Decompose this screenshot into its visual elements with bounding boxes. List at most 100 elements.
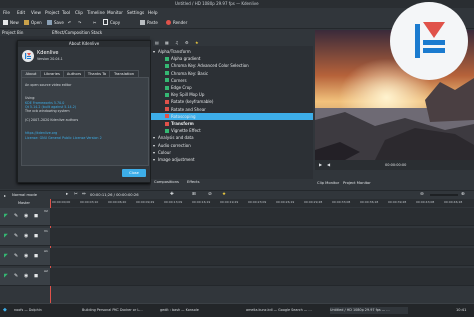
- timeline-ruler[interactable]: 00:00:00;00 00:00:03;10 00:00:06;20 00:0…: [50, 199, 474, 207]
- tab-project-bin[interactable]: Project Bin: [0, 29, 50, 36]
- tab-clip-monitor[interactable]: Clip Monitor: [317, 181, 339, 185]
- track-lane[interactable]: [50, 268, 474, 286]
- custom-icon[interactable]: ⚙: [185, 40, 189, 45]
- effect-row[interactable]: Chroma Key: Basic: [151, 70, 313, 77]
- task-search[interactable]: amelia.kunz.kdl — Google Search — …: [246, 307, 328, 314]
- effect-row[interactable]: Alpha gradient: [151, 55, 313, 62]
- track-lock-icon[interactable]: ◼: [34, 273, 38, 279]
- app-launcher-icon[interactable]: ◆: [3, 307, 7, 313]
- chevron-down-icon[interactable]: ▾: [153, 149, 155, 156]
- track-add-icon[interactable]: ✚: [170, 192, 174, 197]
- effect-row[interactable]: Rotate and Shear: [151, 106, 313, 113]
- license-link[interactable]: License: GNU General Public License Vers…: [25, 136, 102, 140]
- spacer-tool-icon[interactable]: ⇔: [82, 192, 86, 197]
- track-header[interactable]: ◤ ✎ ◉ ◼ A1: [0, 248, 50, 266]
- track-lock-icon[interactable]: ◼: [34, 213, 38, 219]
- track-visibility-icon[interactable]: ◉: [24, 273, 28, 279]
- effect-row[interactable]: ▾ Audio correction: [151, 142, 313, 149]
- effect-row[interactable]: ▾ Alpha/Transform: [151, 48, 313, 55]
- track-lane[interactable]: [50, 228, 474, 246]
- favorite-icon[interactable]: ★: [195, 40, 199, 45]
- track-header[interactable]: ◤ ✎ ◉ ◼ V1: [0, 228, 50, 246]
- zoom-in-icon[interactable]: ⊕: [461, 192, 465, 197]
- render-button[interactable]: Render: [166, 18, 187, 26]
- effect-row[interactable]: Key Spill Mop Up: [151, 91, 313, 98]
- track-visibility-icon[interactable]: ◉: [24, 213, 28, 219]
- task-kdenlive[interactable]: Untitled / HD 1080p 29.97 fps — …: [330, 307, 408, 314]
- track-visibility-icon[interactable]: ◉: [24, 253, 28, 259]
- track-edit-icon[interactable]: ✎: [14, 253, 18, 259]
- effect-row[interactable]: ▾ Analysis and data: [151, 134, 313, 141]
- track-edit-icon[interactable]: ✎: [14, 213, 18, 219]
- track-collapse-icon[interactable]: ◤: [4, 273, 8, 279]
- effect-row[interactable]: Corners: [151, 77, 313, 84]
- menu-project[interactable]: Project: [45, 10, 59, 15]
- chevron-down-icon[interactable]: ▾: [153, 134, 155, 141]
- track-collapse-icon[interactable]: ◤: [4, 233, 8, 239]
- audio-filter-icon[interactable]: ♫: [175, 40, 179, 45]
- effect-row[interactable]: Transform: [151, 120, 313, 127]
- zone-icon[interactable]: ⊞: [192, 192, 196, 197]
- effect-row[interactable]: Edge Crop: [151, 84, 313, 91]
- select-tool-icon[interactable]: ▸: [66, 192, 68, 197]
- menu-settings[interactable]: Settings: [127, 10, 144, 15]
- menu-edit[interactable]: Edit: [17, 10, 25, 15]
- task-dolphin[interactable]: noofs — Dolphin: [14, 307, 80, 314]
- menu-clip[interactable]: Clip: [75, 10, 83, 15]
- star-icon[interactable]: ★: [222, 192, 226, 197]
- paste-button[interactable]: Paste: [140, 18, 158, 26]
- zoom-out-icon[interactable]: ⊖: [420, 192, 424, 197]
- effect-row[interactable]: ▾ Colour: [151, 149, 313, 156]
- zoom-slider[interactable]: [430, 194, 458, 196]
- track-collapse-icon[interactable]: ◤: [4, 253, 8, 259]
- track-edit-icon[interactable]: ✎: [14, 233, 18, 239]
- menu-timeline[interactable]: Timeline: [87, 10, 105, 15]
- track-lock-icon[interactable]: ◼: [34, 253, 38, 259]
- copy-button[interactable]: Copy: [103, 18, 120, 26]
- track-lock-icon[interactable]: ◼: [34, 233, 38, 239]
- effect-row[interactable]: Chroma Key: Advanced Color Selection: [151, 62, 313, 69]
- tab-effects[interactable]: Effects: [187, 180, 200, 184]
- chevron-down-icon[interactable]: ▾: [153, 156, 155, 163]
- redo-button[interactable]: ↷: [78, 18, 81, 26]
- effect-row[interactable]: Vignette Effect: [151, 127, 313, 134]
- chevron-down-icon[interactable]: ▾: [153, 48, 155, 55]
- previous-frame-icon[interactable]: ◀: [327, 162, 330, 167]
- track-edit-icon[interactable]: ✎: [14, 273, 18, 279]
- tab-effect-stack[interactable]: Effect/Composition Stack: [50, 29, 152, 36]
- track-header[interactable]: ◤ ✎ ◉ ◼ V2: [0, 208, 50, 226]
- monitor-timecode[interactable]: 00:00:00:00: [385, 163, 406, 167]
- save-button[interactable]: Save: [47, 18, 64, 26]
- open-button[interactable]: Open: [24, 18, 42, 26]
- homepage-link[interactable]: https://kdenlive.org: [25, 131, 57, 135]
- menu-monitor[interactable]: Monitor: [107, 10, 123, 15]
- track-header[interactable]: ◤ ✎ ◉ ◼ A2: [0, 268, 50, 286]
- effect-row[interactable]: Rotoscoping: [151, 112, 313, 120]
- effect-row[interactable]: Rotate (keyframable): [151, 98, 313, 105]
- tab-project-monitor[interactable]: Project Monitor: [343, 181, 371, 185]
- play-icon[interactable]: ▶: [319, 162, 322, 167]
- undo-button[interactable]: ↶: [68, 18, 71, 26]
- effect-row[interactable]: ▾ Image adjustment: [151, 156, 313, 163]
- new-button[interactable]: New: [3, 18, 19, 26]
- track-visibility-icon[interactable]: ◉: [24, 233, 28, 239]
- snap-icon[interactable]: ⊘: [208, 192, 212, 197]
- video-filter-icon[interactable]: ▦: [165, 40, 169, 45]
- task-konsole[interactable]: gedit : bash — Konsole: [160, 307, 244, 314]
- track-collapse-icon[interactable]: ◤: [4, 213, 8, 219]
- menu-tool[interactable]: Tool: [62, 10, 70, 15]
- track-lane[interactable]: [50, 248, 474, 266]
- menu-view[interactable]: View: [31, 10, 41, 15]
- razor-tool-icon[interactable]: ✂: [74, 192, 78, 197]
- tab-compositions[interactable]: Compositions: [154, 180, 179, 184]
- task-browser[interactable]: Building Personal PKC Docker or L…: [82, 307, 158, 314]
- chevron-down-icon[interactable]: ▾: [153, 142, 155, 149]
- cut-button[interactable]: ✂: [93, 18, 96, 26]
- timeline-timecode[interactable]: 00:00:11;26 / 00:00:00:26: [90, 193, 139, 197]
- close-button[interactable]: Close: [122, 169, 146, 177]
- filter-icon[interactable]: ▤: [155, 40, 159, 45]
- edit-mode-select[interactable]: Normal mode: [12, 193, 37, 197]
- menu-file[interactable]: File: [3, 10, 10, 15]
- track-lane[interactable]: [50, 208, 474, 226]
- menu-help[interactable]: Help: [148, 10, 158, 15]
